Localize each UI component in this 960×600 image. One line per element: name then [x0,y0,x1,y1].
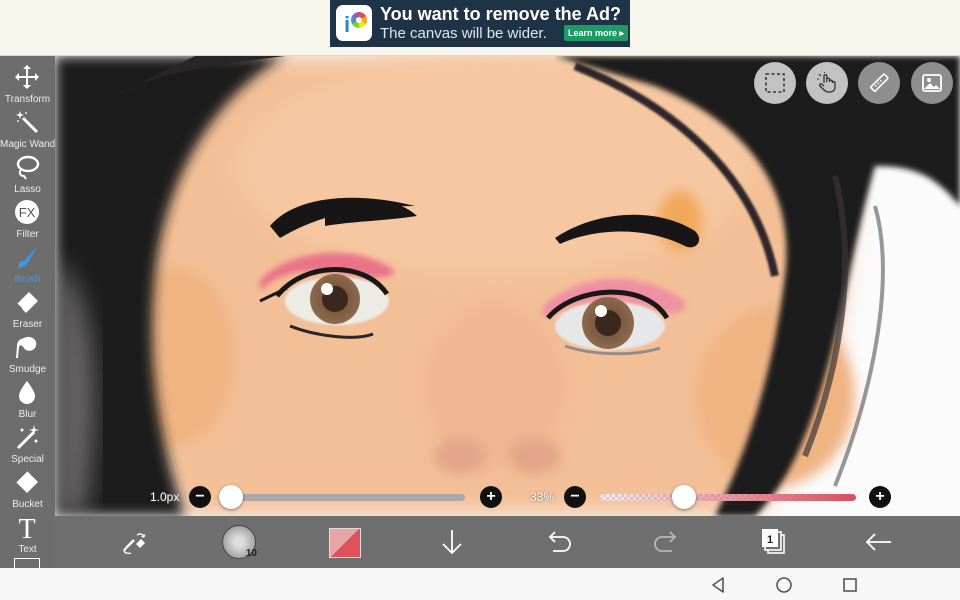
layers-icon: 1 [762,529,785,554]
tool-palette: Transform Magic Wand Lasso FX Filter Bru… [0,56,55,568]
fx-icon: FX [15,200,39,224]
opacity-increase-button[interactable]: + [869,486,891,508]
next-tool-partial[interactable] [14,558,40,568]
tool-label: Eraser [12,319,43,330]
brush-size-badge: 10 [245,548,257,559]
redo-icon [654,531,677,552]
ad-bar: i You want to remove the Ad? The canvas … [0,0,960,56]
tool-eraser[interactable]: Eraser [0,285,55,330]
tool-label: Smudge [8,364,47,375]
undo-icon [548,531,571,552]
tool-label: Transform [4,94,51,105]
ruler-icon [870,73,889,92]
bucket-icon [15,470,38,493]
svg-text:T: T [18,514,35,540]
swap-tools-icon [123,533,146,555]
tool-blur[interactable]: Blur [0,375,55,420]
undo-button[interactable] [541,526,577,558]
opacity-value: 33% [530,490,555,504]
brush-size-knob[interactable] [219,485,243,509]
layer-count: 1 [767,534,773,546]
magic-wand-icon [16,111,39,134]
nav-recents-icon[interactable] [840,575,860,595]
brush-size-value: 1.0px [150,490,180,504]
nav-back-icon[interactable] [708,575,728,595]
tool-label: Text [18,544,37,555]
move-arrows-icon [15,65,39,89]
brush-size-decrease-button[interactable]: − [189,486,211,508]
tool-filter[interactable]: FX Filter [0,195,55,240]
opacity-decrease-button[interactable]: − [564,486,586,508]
arrow-down-icon [442,530,462,555]
layers-button[interactable]: 1 [755,526,791,558]
lasso-icon [16,155,40,180]
brush-icon [18,246,38,268]
tool-bucket[interactable]: Bucket [0,465,55,510]
eraser-icon [16,292,38,313]
dashed-selection-icon [765,73,785,93]
tool-text[interactable]: T Text [0,510,55,555]
reference-image-button[interactable] [911,62,953,104]
selection-button[interactable] [754,62,796,104]
tool-smudge[interactable]: Smudge [0,330,55,375]
tool-label: Blur [18,409,37,420]
ibispaint-app: i You want to remove the Ad? The canvas … [0,0,960,600]
canvas-artwork [55,56,960,516]
tool-label: Brush [14,274,41,285]
text-t-icon: T [18,514,35,540]
redo-button[interactable] [648,526,684,558]
android-nav-bar [0,568,960,600]
hand-pointer-icon [817,72,836,93]
tool-label: Magic Wand [0,139,55,150]
app-logo-icon: i [336,5,372,41]
download-button[interactable] [434,526,470,558]
brush-size-increase-button[interactable]: + [480,486,502,508]
ad-title: You want to remove the Ad? [380,4,622,24]
tool-special[interactable]: Special [0,420,55,465]
bottom-toolbar: 10 1 [55,516,960,568]
tool-magic-wand[interactable]: Magic Wand [0,105,55,150]
hand-tool-button[interactable] [806,62,848,104]
learn-more-button[interactable]: Learn more ▸ [564,25,629,41]
image-icon [922,74,942,92]
brush-size-track[interactable] [231,494,465,501]
drawing-canvas[interactable] [55,56,960,516]
opacity-track[interactable] [600,494,856,501]
ad-subtitle: The canvas will be wider. [380,25,547,42]
tool-label: Lasso [14,184,41,195]
tool-label: Special [11,454,44,465]
svg-text:FX: FX [19,205,36,220]
color-swatch-button[interactable] [329,528,361,558]
nav-home-icon[interactable] [774,575,794,595]
drop-icon [19,381,35,404]
smudge-icon [16,336,37,358]
tool-label: Bucket [12,499,43,510]
swap-brush-eraser-button[interactable] [116,526,152,558]
sparkle-wand-icon [16,425,39,450]
ruler-button[interactable] [858,62,900,104]
brush-preview-button[interactable]: 10 [222,525,257,559]
ad-banner[interactable]: i You want to remove the Ad? The canvas … [330,0,630,47]
tool-lasso[interactable]: Lasso [0,150,55,195]
back-button[interactable] [861,526,897,558]
tool-brush[interactable]: Brush [0,240,55,285]
tool-transform[interactable]: Transform [0,60,55,105]
arrow-left-icon [865,533,891,551]
tool-label: Filter [16,229,39,240]
